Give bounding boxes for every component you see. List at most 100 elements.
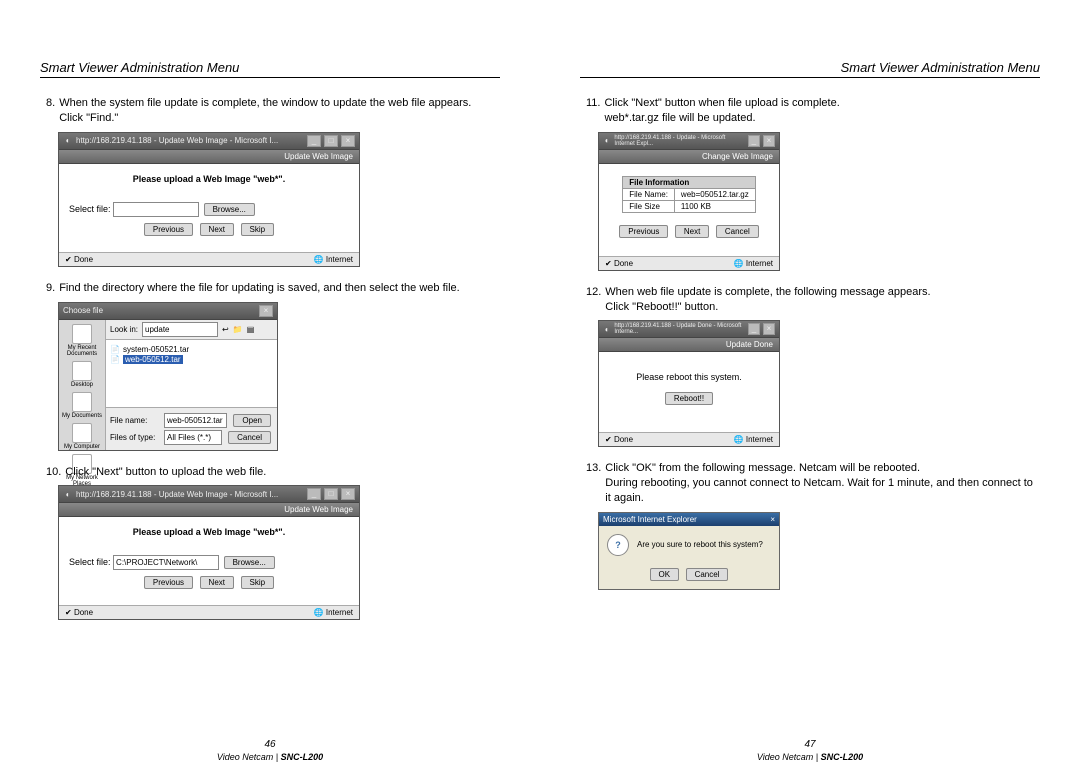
step-10: 10. Click "Next" button to upload the we… [46, 465, 500, 480]
filename-label: File name: [110, 416, 160, 425]
msgbox-text: Are you sure to reboot this system? [637, 540, 763, 549]
file-name-value: web=050512.tar.gz [674, 188, 755, 200]
panel-header: Change Web Image [599, 150, 779, 164]
step-text: Find the directory where the file for up… [59, 281, 500, 296]
skip-button[interactable]: Skip [241, 576, 275, 589]
filename-input[interactable]: web-050512.tar [164, 413, 227, 428]
screenshot-change-web: ◐ http://168.219.41.188 - Update - Micro… [598, 132, 1040, 271]
file-name-label: File Name: [623, 188, 675, 200]
filetype-combo[interactable]: All Files (*.*) [164, 430, 222, 445]
browse-button[interactable]: Browse... [204, 203, 255, 216]
file-path-input[interactable] [113, 202, 199, 217]
file-list[interactable]: 📄 system-050521.tar 📄 web-050512.tar [106, 340, 277, 407]
maximize-icon[interactable]: □ [324, 488, 338, 500]
minimize-icon[interactable]: _ [307, 488, 321, 500]
file-dialog-sidebar: My Recent Documents Desktop My Documents… [59, 320, 106, 450]
panel-header: Update Web Image [59, 150, 359, 164]
file-size-label: File Size [623, 200, 675, 212]
previous-button[interactable]: Previous [144, 223, 193, 236]
maximize-icon[interactable]: □ [324, 135, 338, 147]
next-button[interactable]: Next [200, 576, 234, 589]
ie-icon: ◐ [603, 324, 611, 334]
close-icon[interactable]: × [763, 135, 775, 147]
select-file-label: Select file: [69, 204, 111, 214]
status-done: ✔ Done [605, 259, 633, 268]
new-folder-icon[interactable]: 📁 [233, 325, 243, 334]
open-button[interactable]: Open [233, 414, 271, 427]
msgbox-title-text: Microsoft Internet Explorer [603, 515, 697, 524]
view-icon[interactable]: ▤ [247, 325, 255, 334]
step-9: 9. Find the directory where the file for… [46, 281, 500, 296]
file-path-input[interactable]: C:\PROJECT\Network\ [113, 555, 219, 570]
window-titlebar: Choose file × [59, 303, 277, 320]
window-title-text: http://168.219.41.188 - Update - Microso… [614, 135, 741, 147]
reboot-button[interactable]: Reboot!! [665, 392, 713, 405]
next-button[interactable]: Next [675, 225, 709, 238]
file-dialog-main: Look in: update ↩ 📁 ▤ 📄 system-050521.ta… [106, 320, 277, 450]
sidebar-documents[interactable]: My Documents [62, 392, 102, 419]
close-icon[interactable]: × [341, 488, 355, 500]
status-internet: Internet [734, 259, 773, 268]
footer-model: Video Netcam | SNC-L200 [540, 752, 1080, 762]
folder-up-icon[interactable]: ↩ [222, 325, 229, 334]
step-text: Click "Next" button when file upload is … [604, 96, 1040, 126]
panel-header: Update Done [599, 338, 779, 352]
cancel-button[interactable]: Cancel [716, 225, 759, 238]
window-title-text: Choose file [63, 306, 103, 315]
footer-left: 46 Video Netcam | SNC-L200 [0, 739, 540, 762]
close-icon[interactable]: × [763, 323, 775, 335]
browse-button[interactable]: Browse... [224, 556, 275, 569]
cancel-button[interactable]: Cancel [228, 431, 271, 444]
window-title-text: http://168.219.41.188 - Update Done - Mi… [614, 323, 742, 335]
screenshot-update-web-path: ◐ http://168.219.41.188 - Update Web Ima… [58, 485, 500, 620]
close-icon[interactable]: × [341, 135, 355, 147]
window-title-text: http://168.219.41.188 - Update Web Image… [76, 136, 278, 145]
file-dialog-bottom: File name: web-050512.tar Open Files of … [106, 407, 277, 450]
status-internet: Internet [314, 255, 353, 264]
previous-button[interactable]: Previous [144, 576, 193, 589]
file-dialog-toolbar: Look in: update ↩ 📁 ▤ [106, 320, 277, 340]
button-row: Previous Next Skip [69, 223, 349, 236]
screenshot-file-chooser: Choose file × My Recent Documents Deskto… [58, 302, 500, 451]
ok-button[interactable]: OK [650, 568, 680, 581]
next-button[interactable]: Next [200, 223, 234, 236]
window-titlebar: ◐ http://168.219.41.188 - Update Web Ima… [59, 133, 359, 150]
window-titlebar: ◐ http://168.219.41.188 - Update Web Ima… [59, 486, 359, 503]
panel-header: Update Web Image [59, 503, 359, 517]
file-item-selected[interactable]: 📄 web-050512.tar [110, 355, 273, 364]
screenshot-msgbox: Microsoft Internet Explorer × ? Are you … [598, 512, 1040, 590]
lookin-label: Look in: [110, 325, 138, 334]
window-titlebar: ◐ http://168.219.41.188 - Update Done - … [599, 321, 779, 338]
status-done: ✔ Done [65, 608, 93, 617]
screenshot-update-web-empty: ◐ http://168.219.41.188 - Update Web Ima… [58, 132, 500, 267]
ie-icon: ◐ [63, 136, 73, 146]
step-number: 13. [586, 461, 601, 506]
previous-button[interactable]: Previous [619, 225, 668, 238]
file-item[interactable]: 📄 system-050521.tar [110, 345, 273, 354]
status-internet: Internet [734, 435, 773, 444]
filetype-label: Files of type: [110, 433, 160, 442]
page-left: Smart Viewer Administration Menu 8. When… [0, 0, 540, 780]
select-file-label: Select file: [69, 557, 111, 567]
step-text: When the system file update is complete,… [59, 96, 500, 126]
page-header-left: Smart Viewer Administration Menu [40, 60, 500, 78]
question-icon: ? [607, 534, 629, 556]
footer-right: 47 Video Netcam | SNC-L200 [540, 739, 1080, 762]
minimize-icon[interactable]: _ [307, 135, 321, 147]
step-text: When web file update is complete, the fo… [605, 285, 1040, 315]
step-text: Click "Next" button to upload the web fi… [65, 465, 500, 480]
sidebar-recent[interactable]: My Recent Documents [59, 324, 105, 357]
skip-button[interactable]: Skip [241, 223, 275, 236]
window-titlebar: ◐ http://168.219.41.188 - Update - Micro… [599, 133, 779, 150]
window-title-text: http://168.219.41.188 - Update Web Image… [76, 490, 278, 499]
cancel-button[interactable]: Cancel [686, 568, 729, 581]
close-icon[interactable]: × [259, 305, 273, 317]
step-13: 13. Click "OK" from the following messag… [586, 461, 1040, 506]
minimize-icon[interactable]: _ [748, 135, 760, 147]
sidebar-computer[interactable]: My Computer [64, 423, 100, 450]
close-icon[interactable]: × [770, 515, 775, 524]
minimize-icon[interactable]: _ [748, 323, 760, 335]
sidebar-desktop[interactable]: Desktop [71, 361, 93, 388]
lookin-combo[interactable]: update [142, 322, 218, 337]
step-number: 9. [46, 281, 55, 296]
